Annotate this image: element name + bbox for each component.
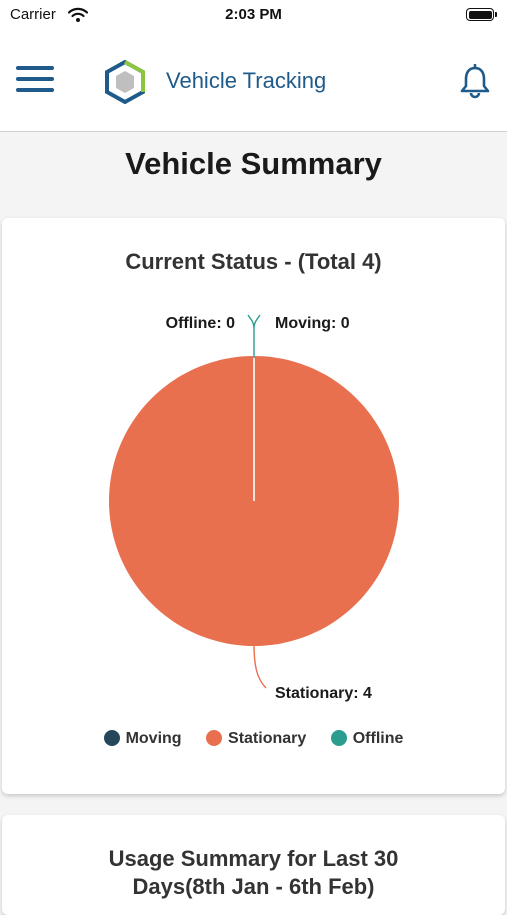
usage-title-line-2: Days(8th Jan - 6th Feb) [132,874,375,899]
usage-summary-card: Usage Summary for Last 30 Days(8th Jan -… [2,815,505,915]
page-title: Vehicle Summary [125,146,382,181]
current-status-card: Current Status - (Total 4) Offline: 0 Mo… [2,218,505,794]
legend-label: Moving [125,730,182,747]
legend-label: Offline [352,730,404,747]
battery-icon [466,8,497,21]
legend-label: Stationary [228,730,307,747]
legend-dot [206,730,223,746]
legend-item-stationary[interactable]: Stationary [206,730,306,748]
hamburger-icon [16,66,54,70]
bell-icon[interactable] [458,64,492,100]
menu-button[interactable] [16,66,54,96]
legend-item-moving[interactable]: Moving [103,730,182,748]
legend-dot [103,730,120,746]
data-label-moving: Moving: 0 [275,315,350,332]
data-label-stationary: Stationary: 4 [275,685,372,702]
legend-item-offline[interactable]: Offline [330,730,404,748]
status-bar: Carrier 2:03 PM [0,0,507,32]
label-leader-offline-moving [247,314,261,358]
app-title: Vehicle Tracking [166,68,327,93]
usage-title-line-1: Usage Summary for Last 30 [108,846,399,871]
app-logo-icon [105,60,145,104]
status-pie-chart: Offline: 0 Moving: 0 Stationary: 4 [108,314,399,702]
data-label-offline: Offline: 0 [166,315,235,332]
label-leader-stationary [253,643,267,689]
legend-dot [330,730,347,746]
app-bar: Vehicle Tracking [0,32,507,132]
chart-legend: Moving Stationary Offline [2,730,505,748]
status-time: 2:03 PM [225,6,282,23]
usage-card-title: Usage Summary for Last 30 Days(8th Jan -… [2,845,505,901]
